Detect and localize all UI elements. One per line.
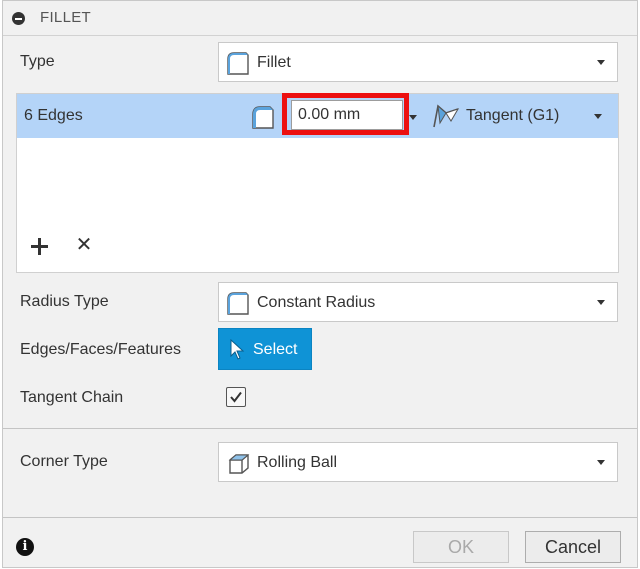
select-button[interactable]: Select bbox=[218, 328, 312, 370]
continuity-value[interactable]: Tangent (G1) bbox=[466, 107, 559, 125]
radius-value-highlight bbox=[282, 93, 409, 135]
fillet-icon bbox=[227, 52, 249, 75]
corner-type-value: Rolling Ball bbox=[257, 454, 338, 471]
divider bbox=[3, 517, 637, 518]
fillet-icon bbox=[227, 292, 249, 315]
tangent-icon bbox=[433, 104, 460, 128]
select-button-label: Select bbox=[253, 341, 298, 358]
rolling-ball-icon bbox=[228, 454, 250, 474]
type-label: Type bbox=[20, 53, 55, 70]
value-dropdown-icon[interactable] bbox=[409, 115, 417, 120]
divider bbox=[3, 428, 637, 429]
radius-type-value: Constant Radius bbox=[257, 294, 376, 311]
corner-type-dropdown[interactable]: Rolling Ball bbox=[218, 442, 618, 482]
chevron-down-icon bbox=[597, 60, 605, 65]
chevron-down-icon bbox=[597, 300, 605, 305]
type-value: Fillet bbox=[257, 54, 291, 71]
info-icon[interactable]: i bbox=[16, 538, 34, 556]
edge-count-label: 6 Edges bbox=[24, 107, 83, 124]
collapse-icon[interactable] bbox=[12, 12, 25, 25]
radius-type-label: Radius Type bbox=[20, 293, 109, 310]
chevron-down-icon[interactable] bbox=[594, 114, 602, 119]
radius-type-dropdown[interactable]: Constant Radius bbox=[218, 282, 618, 322]
close-icon[interactable]: ✕ bbox=[73, 234, 95, 256]
dialog-title: FILLET bbox=[40, 9, 91, 26]
checkmark-icon bbox=[230, 391, 242, 403]
edge-set-list: 6 Edges Tangent (G1) ✕ bbox=[16, 93, 619, 273]
cancel-button[interactable]: Cancel bbox=[525, 531, 621, 563]
cursor-icon bbox=[230, 339, 245, 360]
type-dropdown[interactable]: Fillet bbox=[218, 42, 618, 82]
dialog-header[interactable]: FILLET bbox=[3, 1, 637, 36]
corner-type-label: Corner Type bbox=[20, 453, 108, 470]
chevron-down-icon bbox=[597, 460, 605, 465]
tangent-chain-checkbox[interactable] bbox=[226, 387, 246, 407]
plus-icon[interactable] bbox=[29, 236, 51, 258]
edge-set-row[interactable]: 6 Edges Tangent (G1) bbox=[17, 93, 618, 138]
tangent-chain-label: Tangent Chain bbox=[20, 389, 124, 406]
fillet-dialog: FILLET Type Fillet 6 Edges Tangent bbox=[2, 0, 638, 568]
selection-label: Edges/Faces/Features bbox=[20, 341, 181, 358]
ok-button[interactable]: OK bbox=[413, 531, 509, 563]
fillet-icon bbox=[252, 106, 274, 129]
